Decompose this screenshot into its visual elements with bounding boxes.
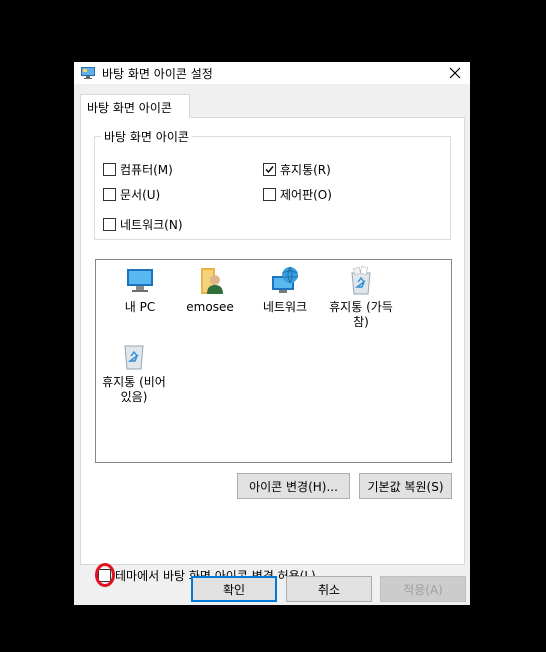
desktop-settings-icon [81,67,95,79]
desktop-icon-settings-dialog: 바탕 화면 아이콘 설정 바탕 화면 아이콘 바탕 화면 아이콘 컴퓨터(M) [74,62,470,605]
checkbox-label: 휴지통(R) [280,163,331,177]
tab-label: 바탕 화면 아이콘 [87,101,172,115]
desktop-icon-list[interactable]: 내 PC emosee 네트워크 휴지통 (가득 참) 휴지통 (비어 있음) [95,259,452,463]
documents-checkbox[interactable]: 문서(U) [103,186,160,203]
group-legend: 바탕 화면 아이콘 [101,128,192,145]
cancel-button[interactable]: 취소 [286,576,372,602]
title-bar: 바탕 화면 아이콘 설정 [74,62,470,84]
checkbox-label: 문서(U) [120,188,161,202]
icon-item-recycle-bin-empty[interactable]: 휴지통 (비어 있음) [99,340,169,405]
control-panel-checkbox[interactable]: 제어판(O) [263,186,332,203]
icon-item-recycle-bin-full[interactable]: 휴지통 (가득 참) [326,265,396,330]
checkbox-box[interactable] [103,163,116,176]
tab-desktop-icons[interactable]: 바탕 화면 아이콘 [80,94,190,118]
desktop-icons-group: 바탕 화면 아이콘 컴퓨터(M) 휴지통(R) 문서(U) 제어판(O) 네트워… [94,128,451,240]
apply-button[interactable]: 적용(A) [380,576,466,602]
annotation-circle [95,563,115,587]
checkbox-label: 컴퓨터(M) [120,163,173,177]
change-icon-button[interactable]: 아이콘 변경(H)... [237,473,350,499]
icon-label: 네트워크 [262,300,308,314]
recycle-bin-empty-icon [124,345,144,370]
network-checkbox[interactable]: 네트워크(N) [103,216,183,233]
computer-checkbox[interactable]: 컴퓨터(M) [103,161,173,178]
checkbox-label: 네트워크(N) [120,218,183,232]
tab-panel: 바탕 화면 아이콘 컴퓨터(M) 휴지통(R) 문서(U) 제어판(O) 네트워… [80,117,465,587]
recycle-bin-full-icon [351,266,371,295]
window-title: 바탕 화면 아이콘 설정 [102,67,213,81]
checkbox-box[interactable] [103,218,116,231]
close-icon [449,67,461,79]
close-button[interactable] [440,62,470,84]
checkbox-box-checked[interactable] [263,163,276,176]
icon-label: 내 PC [124,300,156,314]
checkbox-label: 제어판(O) [280,188,332,202]
checkbox-box[interactable] [103,188,116,201]
checkmark-icon [265,166,274,174]
ok-button[interactable]: 확인 [191,576,277,602]
restore-default-button[interactable]: 기본값 복원(S) [359,473,452,499]
icon-item-network[interactable]: 네트워크 [250,265,320,315]
icon-label: 휴지통 (가득 참) [329,300,393,329]
icon-label: 휴지통 (비어 있음) [102,375,166,404]
computer-icon [127,269,153,292]
icon-label: emosee [186,300,234,314]
icon-item-user[interactable]: emosee [175,265,245,315]
icon-item-this-pc[interactable]: 내 PC [105,265,175,315]
user-folder-icon [201,268,223,294]
recycle-bin-checkbox[interactable]: 휴지통(R) [263,161,331,178]
network-icon [272,266,298,293]
checkbox-box[interactable] [263,188,276,201]
